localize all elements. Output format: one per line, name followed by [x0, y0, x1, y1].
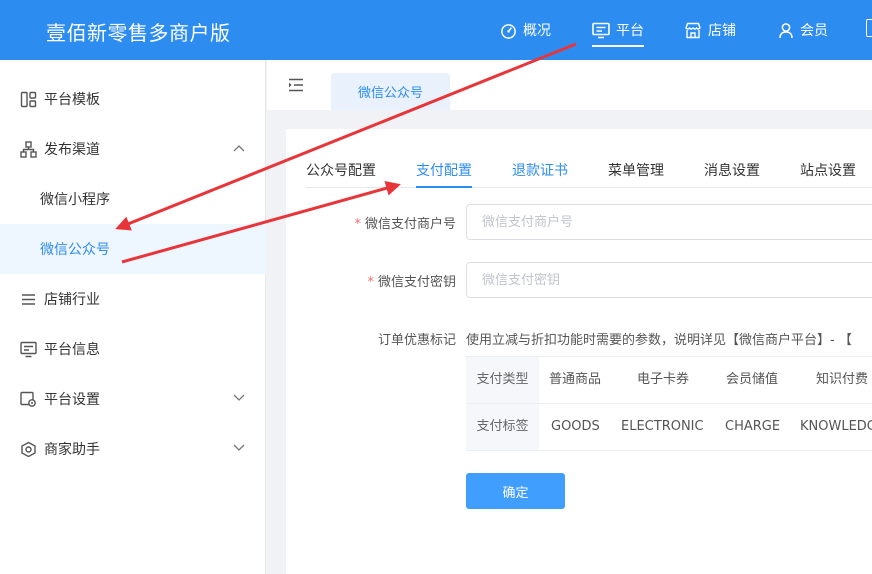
pay-type-header: 支付类型: [466, 357, 539, 403]
table-cell: GOODS: [551, 419, 600, 434]
pay-tag-header: 支付标签: [466, 404, 539, 450]
nav-item-overview[interactable]: 概况: [500, 0, 551, 60]
dashboard-icon: [501, 23, 516, 39]
merchant-id-label-text: 微信支付商户号: [364, 217, 456, 232]
sidebar-item-label: 平台设置: [44, 392, 100, 408]
sidebar-item-label: 平台模板: [44, 92, 100, 108]
chevron-down-icon: [233, 394, 245, 401]
monitor-icon: [20, 341, 37, 358]
sidebar-item-label: 平台信息: [44, 342, 100, 358]
nav-overflow-icon[interactable]: [866, 19, 872, 37]
pay-type-table: 支付类型 普通商品 电子卡券 会员储值 知识付费 支付标签 GOODS ELEC…: [466, 356, 872, 451]
table-cell: 会员储值: [726, 372, 779, 387]
sidebar-item-platform-settings[interactable]: 平台设置: [0, 374, 266, 424]
sidebar-item-platform-info[interactable]: 平台信息: [0, 324, 266, 374]
table-cell: KNOWLEDGE: [800, 419, 872, 434]
table-cell: 电子卡券: [637, 372, 690, 387]
sidebar-item-label: 微信小程序: [40, 192, 110, 208]
nav-item-store[interactable]: 店铺: [684, 0, 736, 60]
sidebar-item-label: 微信公众号: [40, 242, 110, 258]
table-row: 支付类型 普通商品 电子卡券 会员储值 知识付费: [466, 357, 872, 404]
sidebar-item-label: 店铺行业: [44, 292, 100, 308]
list-icon: [22, 294, 35, 305]
sidebar-item-template[interactable]: 平台模板: [0, 74, 266, 124]
required-mark: *: [367, 275, 374, 290]
sidebar-item-wechat-miniprogram[interactable]: 微信小程序: [0, 174, 266, 224]
sidebar-item-label: 发布渠道: [44, 142, 100, 158]
menu-toggle-icon[interactable]: [288, 78, 304, 92]
sidebar-item-wechat-official[interactable]: 微信公众号: [0, 224, 266, 274]
nav-label: 店铺: [708, 23, 736, 39]
merchant-id-label: * 微信支付商户号: [330, 213, 456, 232]
table-cell: 知识付费: [816, 372, 869, 387]
pay-key-label: * 微信支付密钥: [330, 271, 456, 290]
chevron-up-icon: [233, 145, 245, 152]
merchant-id-input[interactable]: [466, 204, 872, 240]
nav-label: 会员: [800, 23, 828, 39]
required-mark: *: [354, 217, 361, 232]
tab-official-config[interactable]: 公众号配置: [306, 160, 376, 180]
channel-icon: [20, 141, 37, 158]
tab-menu-management[interactable]: 菜单管理: [608, 160, 664, 180]
monitor-icon: [592, 22, 610, 38]
sidebar: 平台模板 发布渠道 微信小程序 微信公众号 店铺行业 平台信息 平台设置 商家助…: [0, 60, 266, 574]
pay-key-label-text: 微信支付密钥: [377, 275, 456, 290]
chevron-down-icon: [233, 444, 245, 451]
settings-icon: [20, 391, 36, 407]
active-tab-indicator: [416, 186, 472, 188]
pay-key-input[interactable]: [466, 262, 872, 298]
table-cell: 普通商品: [549, 372, 602, 387]
sidebar-item-channel[interactable]: 发布渠道: [0, 124, 266, 174]
tab-site-settings[interactable]: 站点设置: [800, 160, 856, 180]
user-icon: [779, 22, 793, 38]
brand-title: 壹佰新零售多商户版: [46, 21, 231, 45]
template-icon: [20, 91, 37, 108]
table-row: 支付标签 GOODS ELECTRONIC CHARGE KNOWLEDGE: [466, 404, 872, 451]
sidebar-item-industry[interactable]: 店铺行业: [0, 274, 266, 324]
page-tab-wechat-official[interactable]: 微信公众号: [331, 73, 450, 110]
nav-label: 平台: [616, 23, 644, 39]
confirm-button[interactable]: 确定: [466, 473, 565, 509]
tab-payment-config[interactable]: 支付配置: [416, 160, 472, 180]
tabs-divider: [306, 187, 872, 188]
table-cell: ELECTRONIC: [621, 419, 704, 434]
table-cell: CHARGE: [725, 419, 781, 434]
content-card: [286, 129, 872, 574]
helper-icon: [21, 441, 36, 458]
nav-item-member[interactable]: 会员: [778, 0, 828, 60]
sidebar-item-label: 商家助手: [44, 442, 100, 458]
nav-item-platform[interactable]: 平台: [592, 0, 644, 60]
discount-tag-hint: 使用立减与折扣功能时需要的参数，说明详见【微信商户平台】- 【: [466, 333, 852, 348]
top-navbar: 壹佰新零售多商户版 概况 平台 店铺 会员: [0, 0, 872, 60]
store-icon: [685, 22, 701, 38]
discount-tag-label: 订单优惠标记: [377, 333, 456, 348]
tab-message-settings[interactable]: 消息设置: [704, 160, 760, 180]
nav-label: 概况: [523, 23, 551, 39]
tab-refund-cert[interactable]: 退款证书: [512, 160, 568, 180]
sidebar-item-merchant-helper[interactable]: 商家助手: [0, 424, 266, 474]
